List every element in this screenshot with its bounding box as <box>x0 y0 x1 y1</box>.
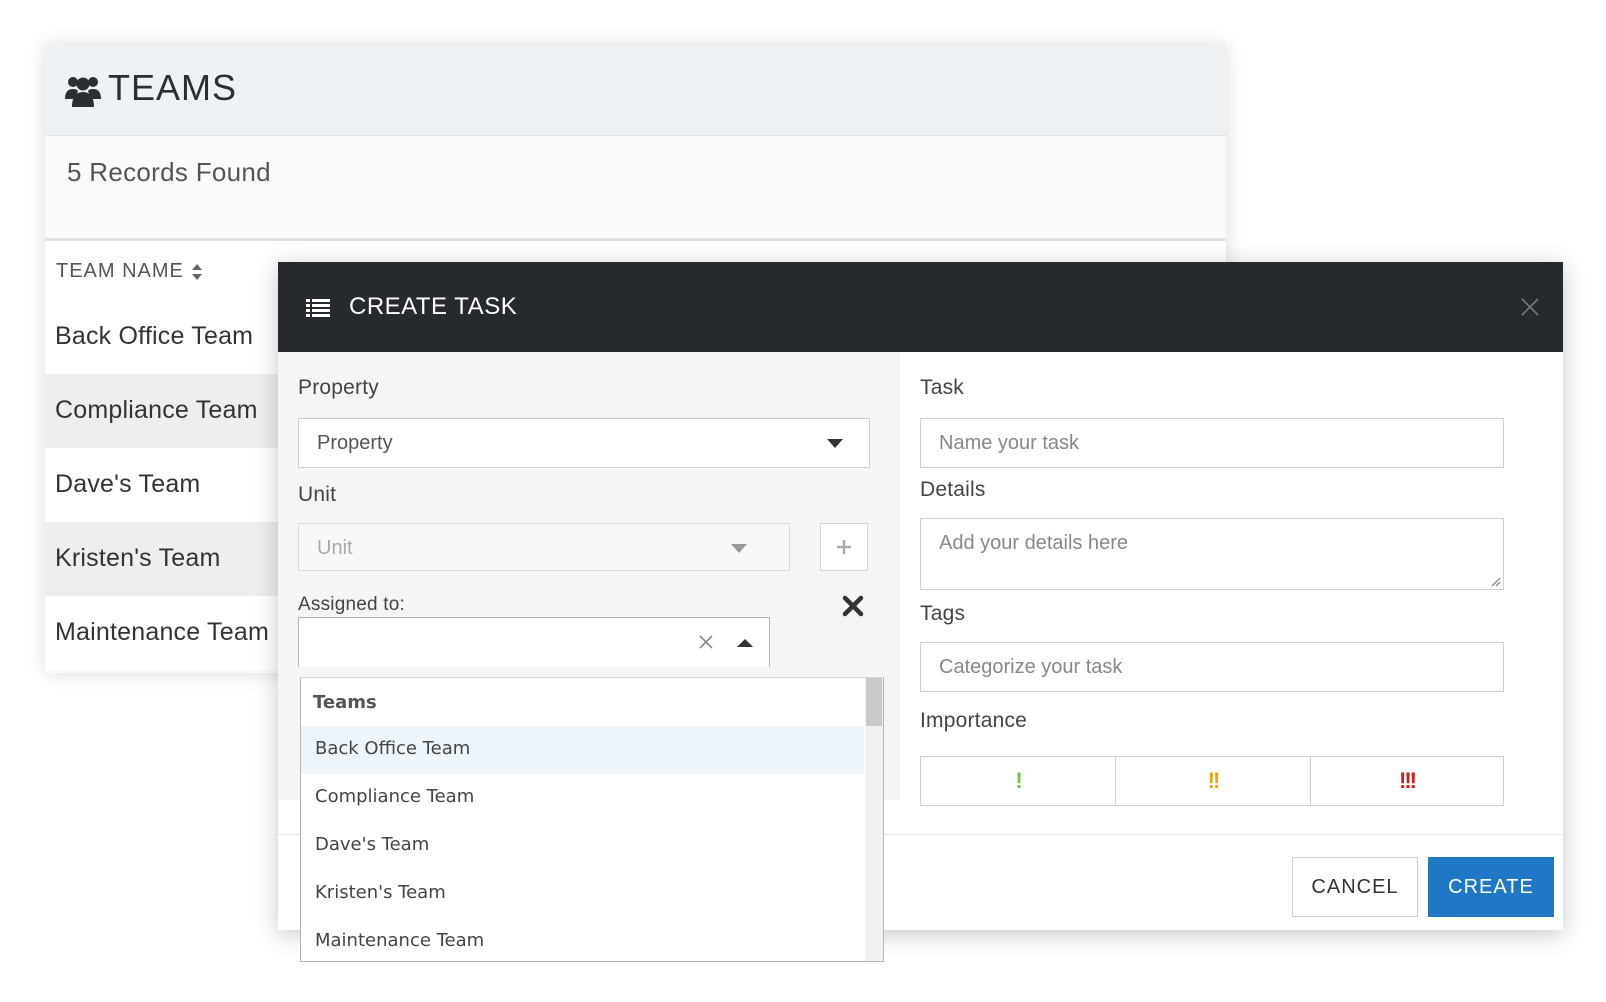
task-label: Task <box>920 376 964 399</box>
modal-header: CREATE TASK <box>278 262 1563 352</box>
resize-handle-icon[interactable] <box>1489 575 1501 587</box>
property-label: Property <box>298 376 379 399</box>
importance-low-button[interactable]: ! <box>920 756 1116 806</box>
chevron-up-icon[interactable] <box>737 639 753 647</box>
task-name-placeholder: Name your task <box>939 432 1080 454</box>
importance-medium-button[interactable]: !! <box>1115 756 1311 806</box>
chevron-down-icon <box>827 439 843 448</box>
dropdown-option[interactable]: Compliance Team <box>301 774 864 822</box>
assigned-to-label: Assigned to: <box>298 594 405 615</box>
page-title: TEAMS <box>108 67 238 108</box>
records-count: 5 Records Found <box>67 157 271 187</box>
users-icon <box>65 77 101 107</box>
modal-title: CREATE TASK <box>349 293 518 320</box>
importance-selector: ! !! !!! <box>920 756 1504 806</box>
create-button[interactable]: CREATE <box>1428 857 1554 917</box>
remove-assignee-icon[interactable] <box>842 595 864 617</box>
table-row[interactable]: Compliance Team <box>45 374 285 448</box>
dropdown-group-label: Teams <box>313 692 377 713</box>
cancel-button[interactable]: CANCEL <box>1292 857 1418 917</box>
dropdown-option[interactable]: Back Office Team <box>301 726 864 774</box>
table-row[interactable]: Maintenance Team <box>45 596 285 670</box>
details-label: Details <box>920 478 986 501</box>
dropdown-scrollbar[interactable] <box>865 678 883 961</box>
assigned-to-select[interactable] <box>298 617 770 667</box>
table-row[interactable]: Back Office Team <box>45 300 285 374</box>
dropdown-option[interactable]: Kristen's Team <box>301 870 864 918</box>
assigned-to-dropdown: Teams Back Office Team Compliance Team D… <box>300 677 884 962</box>
add-unit-button[interactable] <box>820 523 868 571</box>
plus-icon <box>837 540 851 554</box>
column-header-team-name[interactable]: TEAM NAME <box>56 260 184 283</box>
importance-high-button[interactable]: !!! <box>1310 756 1504 806</box>
unit-label: Unit <box>298 483 337 506</box>
details-textarea[interactable]: Add your details here <box>920 518 1504 590</box>
property-select-value: Property <box>317 432 393 454</box>
property-select[interactable]: Property <box>298 418 870 468</box>
importance-label: Importance <box>920 709 1028 732</box>
tags-label: Tags <box>920 602 966 625</box>
right-column: Task Name your task Details Add your det… <box>900 352 1563 800</box>
task-name-input[interactable]: Name your task <box>920 418 1504 468</box>
close-icon[interactable] <box>1521 298 1539 316</box>
table-row[interactable]: Dave's Team <box>45 448 285 522</box>
scrollbar-thumb[interactable] <box>866 678 882 726</box>
unit-select-value: Unit <box>317 537 353 559</box>
tags-placeholder: Categorize your task <box>939 656 1123 678</box>
dropdown-option[interactable]: Dave's Team <box>301 822 864 870</box>
teams-header: TEAMS <box>45 45 1226 136</box>
details-placeholder: Add your details here <box>939 532 1129 554</box>
list-icon <box>306 299 330 317</box>
clear-icon[interactable] <box>699 635 713 649</box>
sort-icon[interactable] <box>191 262 203 282</box>
table-row[interactable]: Kristen's Team <box>45 522 285 596</box>
chevron-down-icon <box>731 544 747 553</box>
tags-input[interactable]: Categorize your task <box>920 642 1504 692</box>
dropdown-option[interactable]: Maintenance Team <box>301 918 864 961</box>
unit-select[interactable]: Unit <box>298 523 790 571</box>
